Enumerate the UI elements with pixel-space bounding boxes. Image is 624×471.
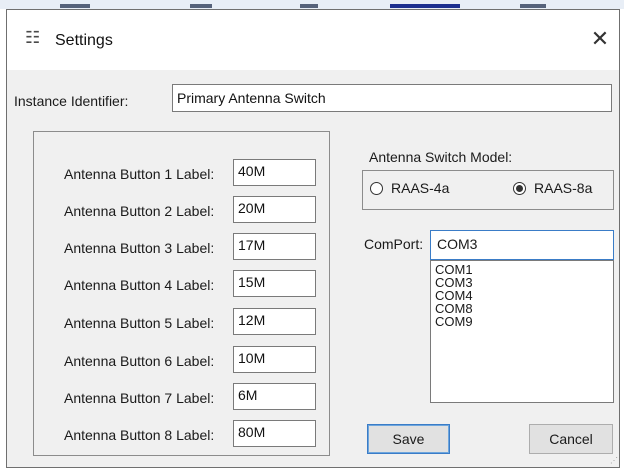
settings-app-icon: ☷ [25, 28, 41, 47]
cancel-button[interactable]: Cancel [529, 424, 613, 454]
comport-option[interactable]: COM9 [435, 315, 609, 328]
settings-dialog: ☷ Settings ✕ Instance Identifier: Primar… [6, 9, 620, 468]
antenna-button-5-input[interactable]: 12M [233, 308, 316, 335]
radio-raas-8a-circle[interactable] [513, 181, 526, 195]
resize-grip-icon[interactable]: ⋰ [610, 457, 618, 465]
antenna-button-6-input[interactable]: 10M [233, 346, 316, 373]
title-bar: ☷ Settings ✕ [7, 10, 619, 70]
antenna-switch-model-label: Antenna Switch Model: [369, 149, 513, 165]
background-fragment [300, 4, 318, 8]
antenna-button-2-input[interactable]: 20M [233, 196, 316, 223]
antenna-button-1-input[interactable]: 40M [233, 159, 316, 186]
antenna-button-5-label: Antenna Button 5 Label: [64, 315, 215, 331]
antenna-labels-group: Antenna Button 1 Label: 40M Antenna Button… [33, 131, 330, 456]
comport-list[interactable]: COM1 COM3 COM4 COM8 COM9 [430, 260, 614, 403]
background-fragment [520, 4, 546, 8]
radio-raas-4a-label: RAAS-4a [391, 180, 450, 196]
background-fragment [190, 4, 212, 8]
antenna-button-8-label: Antenna Button 8 Label: [64, 427, 215, 443]
comport-input[interactable]: COM3 [430, 230, 614, 260]
antenna-button-6-label: Antenna Button 6 Label: [64, 353, 215, 369]
background-window-strip [0, 0, 624, 9]
antenna-button-3-label: Antenna Button 3 Label: [64, 240, 215, 256]
antenna-button-3-input[interactable]: 17M [233, 233, 316, 260]
background-fragment [60, 4, 90, 8]
radio-raas-4a[interactable]: RAAS-4a [370, 180, 449, 196]
antenna-button-8-input[interactable]: 80M [233, 420, 316, 447]
antenna-button-1-label: Antenna Button 1 Label: [64, 166, 215, 182]
antenna-switch-model-group: RAAS-4a RAAS-8a [362, 170, 614, 210]
antenna-button-4-input[interactable]: 15M [233, 270, 316, 297]
close-icon[interactable]: ✕ [583, 20, 617, 58]
comport-label: ComPort: [364, 236, 424, 252]
radio-raas-8a[interactable]: RAAS-8a [513, 180, 592, 196]
antenna-button-4-label: Antenna Button 4 Label: [64, 277, 215, 293]
antenna-button-7-label: Antenna Button 7 Label: [64, 390, 215, 406]
instance-identifier-input[interactable]: Primary Antenna Switch [172, 84, 612, 112]
radio-raas-4a-circle[interactable] [370, 181, 383, 195]
window-title: Settings [55, 32, 113, 49]
instance-identifier-label: Instance Identifier: [14, 93, 129, 109]
background-fragment [390, 4, 460, 8]
antenna-button-7-input[interactable]: 6M [233, 383, 316, 410]
save-button[interactable]: Save [367, 424, 450, 454]
radio-raas-8a-label: RAAS-8a [534, 180, 593, 196]
antenna-button-2-label: Antenna Button 2 Label: [64, 203, 215, 219]
